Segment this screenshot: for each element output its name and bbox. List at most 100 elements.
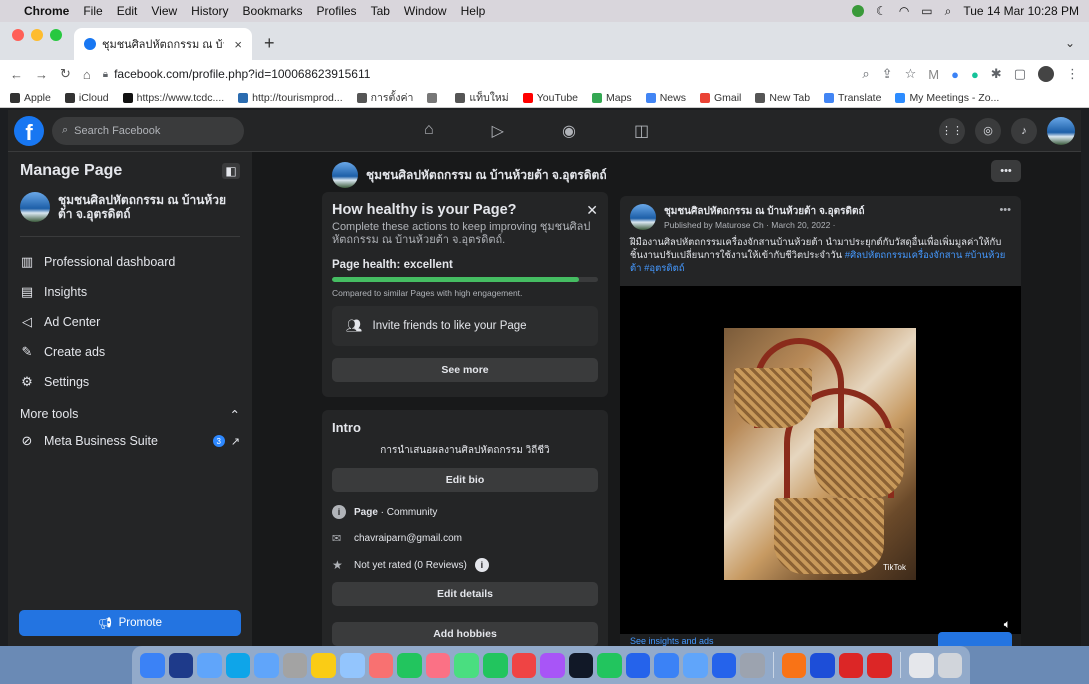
bookmark-item[interactable]: [427, 92, 441, 103]
grammarly-icon[interactable]: ●: [971, 67, 979, 82]
post-author[interactable]: ชุมชนศิลปหัตถกรรม ณ บ้านห้วยต้า จ.อุตรดิ…: [664, 204, 865, 219]
groups-nav-icon[interactable]: ◉: [562, 121, 576, 141]
address-bar[interactable]: 🔒︎ facebook.com/profile.php?id=100068623…: [103, 63, 851, 85]
close-window-button[interactable]: [12, 29, 24, 41]
bookmark-item[interactable]: Maps: [592, 92, 632, 104]
new-tab-button[interactable]: +: [252, 33, 287, 60]
menu-grid-icon[interactable]: ⋮⋮: [939, 117, 965, 144]
notifications-icon[interactable]: ♪: [1011, 117, 1037, 144]
info-icon[interactable]: i: [474, 558, 489, 572]
profile-avatar[interactable]: [1038, 66, 1054, 82]
puzzle-icon[interactable]: ✱: [991, 66, 1002, 82]
facebook-logo[interactable]: f: [14, 115, 44, 146]
sidepanel-icon[interactable]: ▢: [1014, 66, 1026, 82]
search-input[interactable]: ⌕ Search Facebook: [52, 116, 244, 145]
see-insights-link[interactable]: See insights and ads: [630, 636, 714, 646]
sidebar-item-meta-business-suite[interactable]: ⊘ Meta Business Suite 3 ↗: [8, 426, 252, 456]
account-avatar[interactable]: [1047, 116, 1075, 145]
browser-tab[interactable]: ชุมชนศิลปหัตถกรรม ณ บ้านห้วยต้ ×: [74, 28, 252, 60]
bookmark-item[interactable]: http://tourismprod...: [238, 92, 343, 104]
dock-app-icon[interactable]: [810, 652, 835, 678]
edit-details-button[interactable]: Edit details: [332, 582, 598, 606]
dock-app-icon[interactable]: [340, 652, 365, 678]
menubar-item[interactable]: Bookmarks: [243, 4, 303, 18]
boost-post-button[interactable]: [938, 632, 1012, 646]
bookmark-item[interactable]: Apple: [10, 92, 51, 104]
bookmark-star-icon[interactable]: ☆: [905, 66, 917, 82]
dock-app-icon[interactable]: [311, 652, 337, 678]
dock-app-icon[interactable]: [254, 652, 279, 678]
home-nav-icon[interactable]: ⌂: [424, 121, 434, 141]
bookmark-item[interactable]: My Meetings - Zo...: [895, 92, 999, 104]
dock-app-icon[interactable]: [368, 652, 394, 678]
add-hobbies-button[interactable]: Add hobbies: [332, 622, 598, 646]
more-tools-header[interactable]: More tools ⌃: [8, 397, 252, 426]
gaming-nav-icon[interactable]: ◫: [634, 121, 649, 141]
reload-icon[interactable]: ↻: [60, 66, 71, 82]
dock-app-icon[interactable]: [568, 652, 594, 678]
menubar-item[interactable]: Window: [404, 4, 447, 18]
close-tab-icon[interactable]: ×: [234, 37, 242, 52]
sidebar-item-ad-center[interactable]: ◁ Ad Center: [8, 307, 252, 337]
bookmark-item[interactable]: Gmail: [699, 92, 741, 104]
extension-icon[interactable]: ●: [951, 67, 959, 82]
dock-app-icon[interactable]: [781, 652, 807, 678]
post-more-icon[interactable]: •••: [999, 204, 1011, 230]
menubar-item[interactable]: History: [191, 4, 228, 18]
menubar-item[interactable]: Edit: [117, 4, 138, 18]
moon-icon[interactable]: ☾: [876, 4, 887, 18]
dock-app-icon[interactable]: [540, 652, 565, 678]
zoom-icon[interactable]: ⌕: [862, 66, 869, 82]
close-icon[interactable]: ✕: [586, 202, 598, 219]
home-icon[interactable]: ⌂: [83, 67, 91, 82]
watch-nav-icon[interactable]: ▷: [492, 121, 504, 141]
dock-app-icon[interactable]: [654, 652, 679, 678]
sidebar-item-professional-dashboard[interactable]: ▥ Professional dashboard: [8, 247, 252, 277]
dock-app-icon[interactable]: [740, 652, 765, 678]
dock-app-icon[interactable]: [711, 652, 737, 678]
menubar-item[interactable]: View: [151, 4, 177, 18]
menubar-item[interactable]: File: [83, 4, 102, 18]
dock-app-icon[interactable]: [867, 652, 893, 678]
email-value[interactable]: chavraiparn@gmail.com: [354, 533, 462, 544]
bookmark-item[interactable]: Translate: [824, 92, 881, 104]
bookmark-item[interactable]: แท็บใหม่: [455, 89, 509, 106]
dock-app-icon[interactable]: [168, 652, 194, 678]
dock-app-icon[interactable]: [197, 652, 222, 678]
minimize-window-button[interactable]: [31, 29, 43, 41]
dock-app-icon[interactable]: [937, 652, 963, 678]
page-header[interactable]: ชุมชนศิลปหัตถกรรม ณ บ้านห้วยต้า จ.อุตรดิ…: [332, 162, 607, 188]
lock-icon[interactable]: 🔒︎: [103, 69, 108, 80]
messenger-icon[interactable]: ◎: [975, 117, 1001, 144]
bookmark-item[interactable]: New Tab: [755, 92, 810, 104]
sidebar-item-create-ads[interactable]: ✎ Create ads: [8, 337, 252, 367]
search-icon[interactable]: ⌕: [945, 4, 952, 19]
menubar-item[interactable]: Chrome: [24, 4, 69, 18]
promote-button[interactable]: 📢︎ Promote: [19, 610, 241, 636]
share-icon[interactable]: ⇪: [882, 66, 893, 82]
dock-app-icon[interactable]: [838, 652, 864, 678]
dock-app-icon[interactable]: [225, 652, 251, 678]
post-author-avatar[interactable]: [630, 204, 656, 230]
bookmark-item[interactable]: https://www.tcdc....: [122, 92, 224, 104]
page-more-button[interactable]: •••: [991, 160, 1021, 182]
bookmark-item[interactable]: YouTube: [522, 92, 578, 104]
invite-friends-button[interactable]: 👥︎ Invite friends to like your Page: [332, 306, 598, 346]
dock-app-icon[interactable]: [597, 652, 622, 678]
bookmark-item[interactable]: การตั้งค่า: [356, 89, 413, 106]
tab-search-icon[interactable]: ⌄: [1051, 36, 1089, 60]
dock-app-icon[interactable]: [397, 652, 422, 678]
chrome-menu-icon[interactable]: ⋮: [1066, 66, 1079, 82]
battery-icon[interactable]: ▭: [921, 4, 932, 18]
back-icon[interactable]: ←: [10, 67, 23, 82]
bookmark-item[interactable]: iCloud: [64, 92, 109, 104]
dock-app-icon[interactable]: [454, 652, 479, 678]
dock-app-icon[interactable]: [282, 652, 308, 678]
dock-app-icon[interactable]: [140, 652, 165, 678]
dock-app-icon[interactable]: [909, 652, 934, 678]
datetime[interactable]: Tue 14 Mar 10:28 PM: [963, 4, 1079, 18]
dock-app-icon[interactable]: [511, 652, 537, 678]
forward-icon[interactable]: →: [35, 67, 48, 82]
menubar-item[interactable]: Help: [461, 4, 486, 18]
collapse-sidebar-icon[interactable]: ◧: [222, 163, 240, 179]
